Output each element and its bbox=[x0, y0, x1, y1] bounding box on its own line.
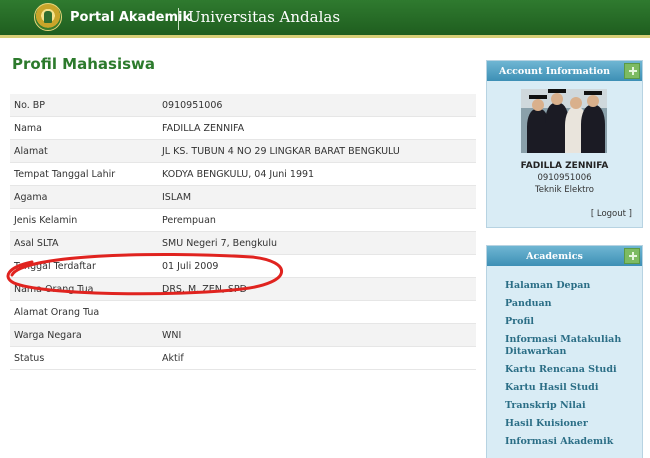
account-name: FADILLA ZENNIFA bbox=[520, 161, 609, 171]
account-department: Teknik Elektro bbox=[535, 185, 594, 195]
menu-item-panduan[interactable]: Panduan bbox=[505, 298, 635, 310]
table-row: Asal SLTA SMU Negeri 7, Bengkulu bbox=[10, 232, 476, 255]
expand-icon[interactable] bbox=[624, 248, 640, 264]
expand-icon[interactable] bbox=[624, 63, 640, 79]
table-row: Jenis Kelamin Perempuan bbox=[10, 209, 476, 232]
row-value: 01 Juli 2009 bbox=[162, 260, 219, 272]
row-label: Alamat bbox=[14, 145, 48, 157]
table-row: Agama ISLAM bbox=[10, 186, 476, 209]
table-row: Nama Orang Tua DRS. M. ZEN, SPD bbox=[10, 278, 476, 301]
row-value: Aktif bbox=[162, 352, 184, 364]
academics-panel-title: Academics bbox=[526, 250, 583, 262]
academics-panel-header: Academics bbox=[487, 246, 642, 266]
row-value: Perempuan bbox=[162, 214, 216, 226]
graduation-photo bbox=[521, 89, 607, 153]
table-row: Tempat Tanggal Lahir KODYA BENGKULU, 04 … bbox=[10, 163, 476, 186]
menu-item-transkrip-nilai[interactable]: Transkrip Nilai bbox=[505, 400, 635, 412]
table-row: No. BP 0910951006 bbox=[10, 94, 476, 117]
row-value: ISLAM bbox=[162, 191, 192, 203]
table-row: Tanggal Terdaftar 01 Juli 2009 bbox=[10, 255, 476, 278]
table-row: Status Aktif bbox=[10, 347, 476, 370]
account-panel-header: Account Information bbox=[487, 61, 642, 81]
row-label: Asal SLTA bbox=[14, 237, 59, 249]
menu-item-informasi-matakuliah[interactable]: Informasi Matakuliah Ditawarkan bbox=[505, 334, 635, 358]
row-label: Tempat Tanggal Lahir bbox=[14, 168, 116, 180]
page-title: Profil Mahasiswa bbox=[12, 55, 156, 73]
table-row: Warga Negara WNI bbox=[10, 324, 476, 347]
account-panel-title: Account Information bbox=[498, 65, 610, 77]
row-label: Warga Negara bbox=[14, 329, 82, 341]
portal-title: Portal Akademik bbox=[70, 10, 192, 25]
row-value: SMU Negeri 7, Bengkulu bbox=[162, 237, 277, 249]
table-row: Alamat Orang Tua bbox=[10, 301, 476, 324]
account-id: 0910951006 bbox=[537, 173, 592, 183]
graduate-figure bbox=[581, 91, 605, 153]
menu-item-hasil-kuisioner[interactable]: Hasil Kuisioner bbox=[505, 418, 635, 430]
menu-item-informasi-akademik[interactable]: Informasi Akademik bbox=[505, 436, 635, 448]
academics-menu: Halaman Depan Panduan Profil Informasi M… bbox=[505, 280, 635, 454]
row-label: Alamat Orang Tua bbox=[14, 306, 100, 318]
row-value: KODYA BENGKULU, 04 Juni 1991 bbox=[162, 168, 315, 180]
profile-table: No. BP 0910951006 Nama FADILLA ZENNIFA A… bbox=[10, 94, 476, 370]
academics-panel: Academics Halaman Depan Panduan Profil I… bbox=[486, 245, 643, 458]
row-value: JL KS. TUBUN 4 NO 29 LINGKAR BARAT BENGK… bbox=[162, 145, 400, 157]
university-name: Universitas Andalas bbox=[188, 8, 341, 26]
row-label: Jenis Kelamin bbox=[14, 214, 78, 226]
menu-item-profil[interactable]: Profil bbox=[505, 316, 635, 328]
table-row: Nama FADILLA ZENNIFA bbox=[10, 117, 476, 140]
row-value: DRS. M. ZEN, SPD bbox=[162, 283, 247, 295]
logout-link[interactable]: [ Logout ] bbox=[591, 209, 632, 219]
account-information-panel: Account Information FADILLA ZENNIFA 0910… bbox=[486, 60, 643, 228]
row-label: No. BP bbox=[14, 99, 46, 111]
row-label: Tanggal Terdaftar bbox=[14, 260, 96, 272]
top-header-bar: Portal Akademik Universitas Andalas bbox=[0, 0, 650, 38]
row-label: Agama bbox=[14, 191, 48, 203]
row-value: 0910951006 bbox=[162, 99, 223, 111]
table-row: Alamat JL KS. TUBUN 4 NO 29 LINGKAR BARA… bbox=[10, 140, 476, 163]
row-label: Nama bbox=[14, 122, 43, 134]
row-value: WNI bbox=[162, 329, 182, 341]
menu-item-kartu-hasil-studi[interactable]: Kartu Hasil Studi bbox=[505, 382, 635, 394]
menu-item-kartu-rencana-studi[interactable]: Kartu Rencana Studi bbox=[505, 364, 635, 376]
menu-item-halaman-depan[interactable]: Halaman Depan bbox=[505, 280, 635, 292]
row-label: Status bbox=[14, 352, 45, 364]
university-logo-icon bbox=[34, 3, 62, 31]
row-label: Nama Orang Tua bbox=[14, 283, 94, 295]
header-divider bbox=[178, 8, 179, 30]
row-value: FADILLA ZENNIFA bbox=[162, 122, 245, 134]
